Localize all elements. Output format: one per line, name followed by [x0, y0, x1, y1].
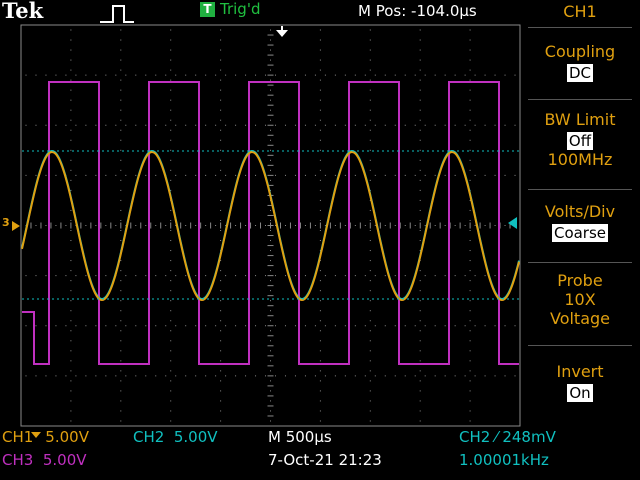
bw-limit-value: Off — [566, 132, 594, 150]
trigger-position-marker — [276, 30, 288, 37]
ch1-value: 5.00V — [45, 428, 89, 446]
ch3-scale-readout: CH3 5.00V — [2, 451, 87, 469]
trigger-readout: CH2 ⁄ 248mV — [459, 428, 556, 446]
ch3-value: 5.00V — [42, 451, 87, 469]
frequency-readout: 1.00001kHz — [459, 451, 549, 469]
trigger-status: T Trig'd — [200, 0, 260, 18]
trigger-status-text: Trig'd — [220, 0, 261, 18]
m-position: M Pos: -104.0µs — [358, 2, 477, 20]
menu-coupling[interactable]: Coupling DC — [520, 42, 640, 82]
menu-invert[interactable]: Invert On — [520, 362, 640, 402]
bw-freq: 100MHz — [547, 150, 613, 169]
volts-div-value: Coarse — [551, 224, 609, 242]
ch1-scale-readout: CH1 5.00V — [2, 428, 89, 446]
trigger-pulse-icon — [100, 5, 134, 23]
menu-channel-title: CH1 — [563, 2, 597, 21]
probe-type: Voltage — [549, 309, 610, 328]
graticule-grid — [20, 24, 516, 427]
menu-probe[interactable]: Probe 10X Voltage — [520, 271, 640, 328]
coupling-label: Coupling — [544, 42, 616, 61]
ch2-scale-readout: CH2 5.00V — [133, 428, 218, 446]
datetime-readout: 7-Oct-21 21:23 — [268, 451, 382, 469]
bw-limit-label: BW Limit — [544, 110, 616, 129]
invert-label: Invert — [556, 362, 604, 381]
ch3-ground-marker — [12, 221, 20, 231]
ch2-label: CH2 — [133, 428, 165, 446]
probe-label: Probe — [557, 271, 603, 290]
ch1-label: CH1 — [2, 428, 34, 446]
timebase-readout: M 500µs — [268, 428, 332, 446]
invert-value: On — [567, 384, 593, 402]
coupling-value: DC — [566, 64, 594, 82]
volts-div-label: Volts/Div — [544, 202, 616, 221]
trigger-badge: T — [200, 2, 215, 17]
probe-atten: 10X — [564, 290, 596, 309]
ch3-marker-label: 3 — [2, 216, 10, 229]
trigger-level-marker — [508, 217, 517, 229]
menu-volts-div[interactable]: Volts/Div Coarse — [520, 202, 640, 242]
ch2-value: 5.00V — [173, 428, 218, 446]
ch3-label: CH3 — [2, 451, 34, 469]
menu-bw-limit[interactable]: BW Limit Off 100MHz — [520, 110, 640, 169]
